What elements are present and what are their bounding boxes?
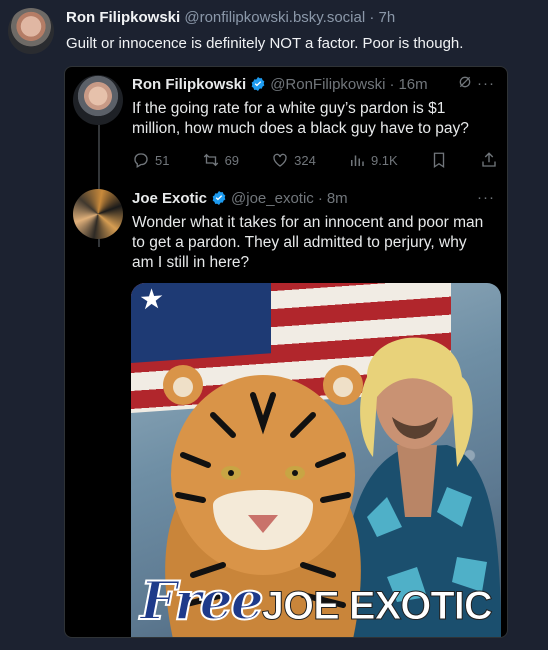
reply-action: 51 xyxy=(132,151,169,169)
tweet2-avatar xyxy=(73,189,123,239)
reply-count: 51 xyxy=(155,152,170,168)
tweet2-handle: @joe_exotic xyxy=(231,189,314,207)
verified-icon xyxy=(212,191,226,205)
retweet-icon xyxy=(203,153,218,167)
grok-icon xyxy=(459,76,471,88)
tweet2-more-button: ··· xyxy=(477,189,495,206)
tweet1-text: If the going rate for a white guy’s pard… xyxy=(132,100,469,137)
tweet1-more-button: ··· xyxy=(477,75,495,92)
embedded-screenshot[interactable]: Ron Filipkowski @RonFilipkowski · 16m ··… xyxy=(64,66,508,638)
tweet2-text: Wonder what it takes for an innocent and… xyxy=(132,214,484,271)
bsky-author-handle[interactable]: @ronfilipkowski.bsky.social xyxy=(184,9,365,26)
like-icon xyxy=(273,153,287,167)
share-action xyxy=(480,151,498,169)
free-word: Free xyxy=(139,570,265,633)
tweet2-separator: · xyxy=(317,189,323,207)
tweet1-author-name: Ron Filipkowski xyxy=(132,75,247,93)
tweet1-actions: 51 69 324 9.1K xyxy=(132,149,498,171)
tweet1-handle: @RonFilipkowski xyxy=(270,75,386,93)
like-action: 324 xyxy=(271,151,316,169)
bsky-separator: · xyxy=(369,9,375,26)
tweet1-separator: · xyxy=(389,75,395,93)
tweet1-avatar xyxy=(73,75,123,125)
verified-icon xyxy=(251,77,265,91)
joe-exotic-word: JOE EXOTIC xyxy=(261,584,493,629)
bsky-post-header: Ron Filipkowski @ronfilipkowski.bsky.soc… xyxy=(66,9,538,29)
tweet1-time: 16m xyxy=(398,75,428,93)
views-action: 9.1K xyxy=(348,151,398,169)
share-icon xyxy=(482,152,496,167)
tweet2-header: Joe Exotic @joe_exotic · 8m xyxy=(132,187,348,209)
tweet2-time: 8m xyxy=(326,189,348,207)
bookmark-icon xyxy=(433,152,445,169)
bsky-post-time[interactable]: 7h xyxy=(379,9,396,26)
tweet1-header: Ron Filipkowski @RonFilipkowski · 16m xyxy=(132,73,428,95)
retweet-count: 69 xyxy=(224,152,240,168)
bsky-avatar[interactable] xyxy=(8,8,54,54)
free-joe-exotic-banner: FreeJOE EXOTIC xyxy=(131,570,501,635)
retweet-action: 69 xyxy=(202,151,239,169)
flag-canton: ★ xyxy=(131,283,271,363)
bsky-author-name[interactable]: Ron Filipkowski xyxy=(66,9,180,26)
bsky-post-text: Guilt or innocence is definitely NOT a f… xyxy=(66,35,464,52)
tweet2-image: ★ FreeJOE EXOTIC xyxy=(131,283,501,637)
star-icon: ★ xyxy=(139,283,165,316)
reply-icon xyxy=(134,153,148,168)
bookmark-action xyxy=(430,151,448,169)
views-count: 9.1K xyxy=(370,152,398,168)
tweet2-author-name: Joe Exotic xyxy=(132,189,208,207)
like-count: 324 xyxy=(294,152,316,168)
views-icon xyxy=(350,155,364,166)
